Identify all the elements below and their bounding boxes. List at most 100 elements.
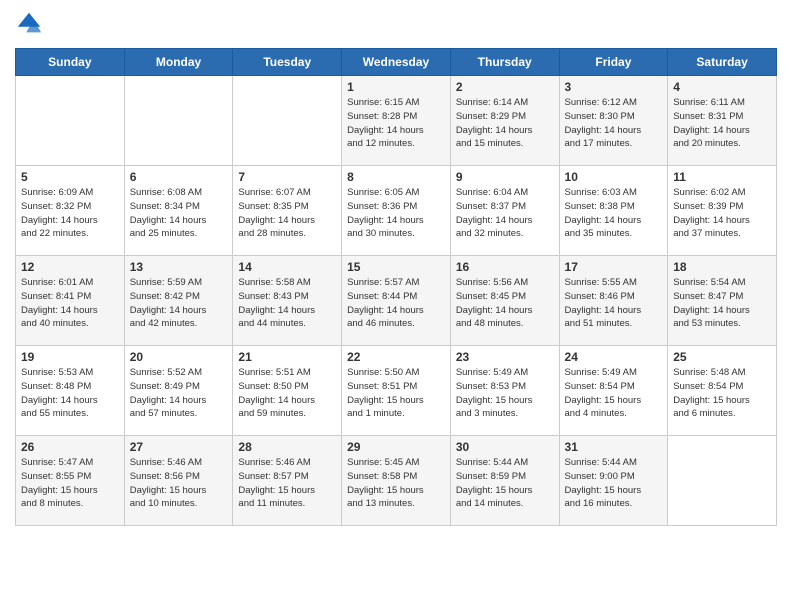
calendar-header-row: SundayMondayTuesdayWednesdayThursdayFrid… [16, 49, 777, 76]
day-info: Sunrise: 5:57 AM Sunset: 8:44 PM Dayligh… [347, 276, 445, 331]
day-info: Sunrise: 5:56 AM Sunset: 8:45 PM Dayligh… [456, 276, 554, 331]
calendar-cell: 24 Sunrise: 5:49 AM Sunset: 8:54 PM Dayli… [559, 346, 668, 436]
day-number: 14 [238, 260, 336, 274]
calendar-week-5: 26 Sunrise: 5:47 AM Sunset: 8:55 PM Dayli… [16, 436, 777, 526]
calendar-cell: 10 Sunrise: 6:03 AM Sunset: 8:38 PM Dayli… [559, 166, 668, 256]
calendar-cell: 8 Sunrise: 6:05 AM Sunset: 8:36 PM Daylig… [342, 166, 451, 256]
day-number: 26 [21, 440, 119, 454]
col-header-friday: Friday [559, 49, 668, 76]
day-number: 12 [21, 260, 119, 274]
day-info: Sunrise: 6:08 AM Sunset: 8:34 PM Dayligh… [130, 186, 228, 241]
day-number: 25 [673, 350, 771, 364]
day-number: 23 [456, 350, 554, 364]
day-info: Sunrise: 6:02 AM Sunset: 8:39 PM Dayligh… [673, 186, 771, 241]
day-info: Sunrise: 6:01 AM Sunset: 8:41 PM Dayligh… [21, 276, 119, 331]
page-header [15, 10, 777, 38]
day-number: 20 [130, 350, 228, 364]
day-number: 19 [21, 350, 119, 364]
day-info: Sunrise: 5:51 AM Sunset: 8:50 PM Dayligh… [238, 366, 336, 421]
logo-icon [15, 10, 43, 38]
calendar-table: SundayMondayTuesdayWednesdayThursdayFrid… [15, 48, 777, 526]
day-number: 11 [673, 170, 771, 184]
day-number: 15 [347, 260, 445, 274]
calendar-cell: 3 Sunrise: 6:12 AM Sunset: 8:30 PM Daylig… [559, 76, 668, 166]
calendar-cell: 11 Sunrise: 6:02 AM Sunset: 8:39 PM Dayli… [668, 166, 777, 256]
day-info: Sunrise: 5:54 AM Sunset: 8:47 PM Dayligh… [673, 276, 771, 331]
day-number: 1 [347, 80, 445, 94]
day-number: 18 [673, 260, 771, 274]
day-number: 29 [347, 440, 445, 454]
calendar-cell: 17Sunrise: 5:55 AM Sunset: 8:46 PM Dayli… [559, 256, 668, 346]
day-info: Sunrise: 5:44 AM Sunset: 8:59 PM Dayligh… [456, 456, 554, 511]
calendar-cell: 6 Sunrise: 6:08 AM Sunset: 8:34 PM Daylig… [124, 166, 233, 256]
day-info: Sunrise: 6:04 AM Sunset: 8:37 PM Dayligh… [456, 186, 554, 241]
calendar-cell: 13 Sunrise: 5:59 AM Sunset: 8:42 PM Dayli… [124, 256, 233, 346]
day-number: 13 [130, 260, 228, 274]
calendar-week-4: 19 Sunrise: 5:53 AM Sunset: 8:48 PM Dayli… [16, 346, 777, 436]
calendar-cell: 9 Sunrise: 6:04 AM Sunset: 8:37 PM Daylig… [450, 166, 559, 256]
day-number: 22 [347, 350, 445, 364]
calendar-cell: 23 Sunrise: 5:49 AM Sunset: 8:53 PM Dayli… [450, 346, 559, 436]
day-number: 27 [130, 440, 228, 454]
day-info: Sunrise: 5:49 AM Sunset: 8:53 PM Dayligh… [456, 366, 554, 421]
calendar-cell [233, 76, 342, 166]
day-info: Sunrise: 5:44 AM Sunset: 9:00 PM Dayligh… [565, 456, 663, 511]
calendar-cell: 25Sunrise: 5:48 AM Sunset: 8:54 PM Dayli… [668, 346, 777, 436]
calendar-cell: 28 Sunrise: 5:46 AM Sunset: 8:57 PM Dayli… [233, 436, 342, 526]
day-number: 17 [565, 260, 663, 274]
day-info: Sunrise: 5:58 AM Sunset: 8:43 PM Dayligh… [238, 276, 336, 331]
day-number: 16 [456, 260, 554, 274]
day-number: 30 [456, 440, 554, 454]
calendar-cell: 1 Sunrise: 6:15 AM Sunset: 8:28 PM Daylig… [342, 76, 451, 166]
calendar-cell: 12 Sunrise: 6:01 AM Sunset: 8:41 PM Dayli… [16, 256, 125, 346]
calendar-cell: 30 Sunrise: 5:44 AM Sunset: 8:59 PM Dayli… [450, 436, 559, 526]
calendar-cell [124, 76, 233, 166]
calendar-cell: 27Sunrise: 5:46 AM Sunset: 8:56 PM Dayli… [124, 436, 233, 526]
day-number: 10 [565, 170, 663, 184]
day-info: Sunrise: 5:46 AM Sunset: 8:57 PM Dayligh… [238, 456, 336, 511]
logo [15, 10, 47, 38]
calendar-week-1: 1 Sunrise: 6:15 AM Sunset: 8:28 PM Daylig… [16, 76, 777, 166]
col-header-monday: Monday [124, 49, 233, 76]
day-number: 5 [21, 170, 119, 184]
calendar-cell: 15 Sunrise: 5:57 AM Sunset: 8:44 PM Dayli… [342, 256, 451, 346]
day-info: Sunrise: 5:49 AM Sunset: 8:54 PM Dayligh… [565, 366, 663, 421]
day-info: Sunrise: 5:59 AM Sunset: 8:42 PM Dayligh… [130, 276, 228, 331]
day-info: Sunrise: 6:11 AM Sunset: 8:31 PM Dayligh… [673, 96, 771, 151]
day-number: 24 [565, 350, 663, 364]
day-number: 3 [565, 80, 663, 94]
day-info: Sunrise: 5:53 AM Sunset: 8:48 PM Dayligh… [21, 366, 119, 421]
calendar-cell: 14 Sunrise: 5:58 AM Sunset: 8:43 PM Dayli… [233, 256, 342, 346]
calendar-cell: 29Sunrise: 5:45 AM Sunset: 8:58 PM Dayli… [342, 436, 451, 526]
col-header-thursday: Thursday [450, 49, 559, 76]
col-header-wednesday: Wednesday [342, 49, 451, 76]
day-number: 28 [238, 440, 336, 454]
day-number: 31 [565, 440, 663, 454]
calendar-cell [668, 436, 777, 526]
day-info: Sunrise: 5:50 AM Sunset: 8:51 PM Dayligh… [347, 366, 445, 421]
day-number: 2 [456, 80, 554, 94]
day-info: Sunrise: 6:12 AM Sunset: 8:30 PM Dayligh… [565, 96, 663, 151]
calendar-cell: 16 Sunrise: 5:56 AM Sunset: 8:45 PM Dayli… [450, 256, 559, 346]
calendar-cell: 20Sunrise: 5:52 AM Sunset: 8:49 PM Dayli… [124, 346, 233, 436]
calendar-cell [16, 76, 125, 166]
calendar-cell: 18 Sunrise: 5:54 AM Sunset: 8:47 PM Dayli… [668, 256, 777, 346]
day-number: 7 [238, 170, 336, 184]
day-number: 6 [130, 170, 228, 184]
day-info: Sunrise: 6:15 AM Sunset: 8:28 PM Dayligh… [347, 96, 445, 151]
day-info: Sunrise: 6:09 AM Sunset: 8:32 PM Dayligh… [21, 186, 119, 241]
calendar-cell: 2Sunrise: 6:14 AM Sunset: 8:29 PM Daylig… [450, 76, 559, 166]
day-number: 9 [456, 170, 554, 184]
day-info: Sunrise: 5:47 AM Sunset: 8:55 PM Dayligh… [21, 456, 119, 511]
calendar-week-2: 5 Sunrise: 6:09 AM Sunset: 8:32 PM Daylig… [16, 166, 777, 256]
day-number: 8 [347, 170, 445, 184]
calendar-cell: 31 Sunrise: 5:44 AM Sunset: 9:00 PM Dayli… [559, 436, 668, 526]
day-info: Sunrise: 6:03 AM Sunset: 8:38 PM Dayligh… [565, 186, 663, 241]
day-info: Sunrise: 6:05 AM Sunset: 8:36 PM Dayligh… [347, 186, 445, 241]
col-header-tuesday: Tuesday [233, 49, 342, 76]
calendar-week-3: 12 Sunrise: 6:01 AM Sunset: 8:41 PM Dayli… [16, 256, 777, 346]
col-header-sunday: Sunday [16, 49, 125, 76]
calendar-cell: 19 Sunrise: 5:53 AM Sunset: 8:48 PM Dayli… [16, 346, 125, 436]
calendar-cell: 26 Sunrise: 5:47 AM Sunset: 8:55 PM Dayli… [16, 436, 125, 526]
calendar-cell: 22 Sunrise: 5:50 AM Sunset: 8:51 PM Dayli… [342, 346, 451, 436]
